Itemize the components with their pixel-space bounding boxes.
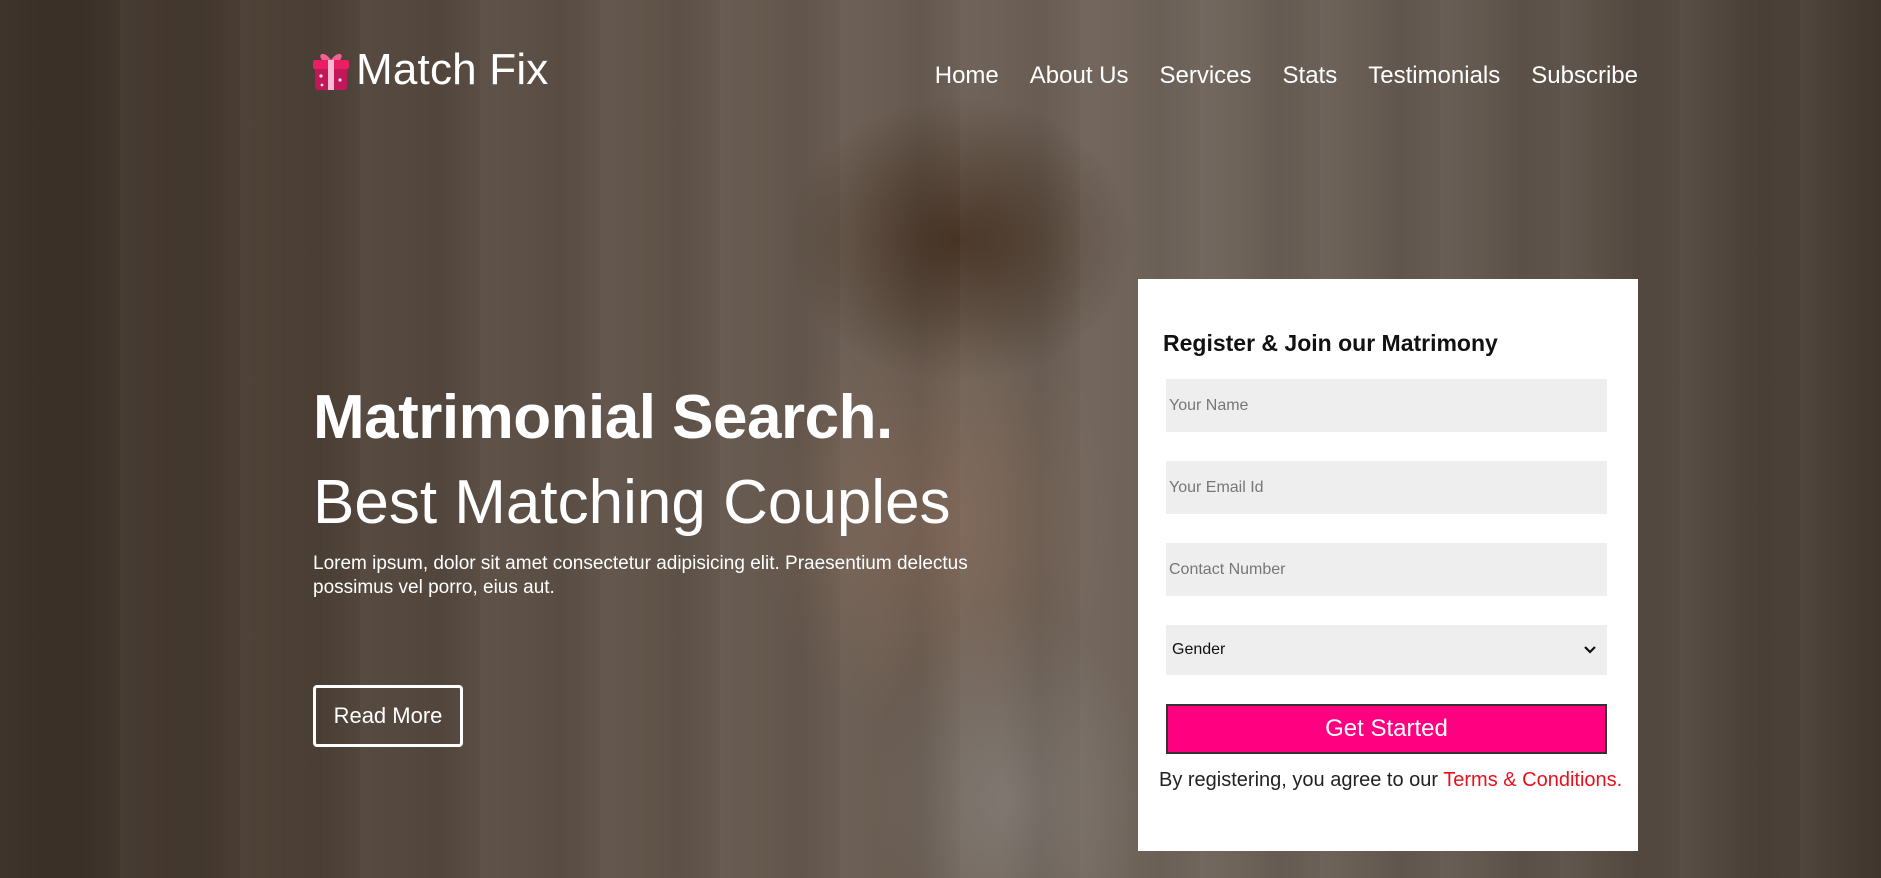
- nav-link-about-us[interactable]: About Us: [1030, 62, 1129, 90]
- get-started-button[interactable]: Get Started: [1166, 704, 1607, 754]
- hero-title: Matrimonial Search.: [313, 383, 893, 452]
- hero-section: Match Fix Home About Us Services Stats T…: [0, 0, 1881, 878]
- gender-select-value: Gender: [1172, 641, 1226, 658]
- gender-select[interactable]: Gender: [1166, 625, 1607, 675]
- email-field[interactable]: [1166, 461, 1607, 514]
- brand-name: Match Fix: [356, 45, 549, 94]
- nav-link-services[interactable]: Services: [1159, 62, 1251, 90]
- read-more-button[interactable]: Read More: [313, 685, 463, 747]
- contact-number-field[interactable]: [1166, 543, 1607, 596]
- register-form-card: Register & Join our Matrimony Gender Get…: [1138, 279, 1638, 851]
- name-field[interactable]: [1166, 379, 1607, 432]
- nav-link-stats[interactable]: Stats: [1283, 62, 1338, 90]
- terms-prefix: By registering, you agree to our: [1159, 769, 1439, 791]
- terms-notice: By registering, you agree to our Terms &…: [1159, 769, 1622, 792]
- brand-logo[interactable]: Match Fix: [312, 45, 549, 95]
- nav-link-testimonials[interactable]: Testimonials: [1368, 62, 1500, 90]
- terms-conditions-link[interactable]: Terms & Conditions.: [1443, 769, 1622, 791]
- hero-text: Matrimonial Search. Best Matching Couple…: [313, 382, 1033, 600]
- hero-subtitle: Best Matching Couples: [313, 468, 951, 537]
- navbar: Match Fix Home About Us Services Stats T…: [312, 40, 1638, 110]
- register-form-title: Register & Join our Matrimony: [1163, 330, 1498, 356]
- nav-link-home[interactable]: Home: [935, 62, 999, 90]
- chevron-down-icon: [1584, 646, 1596, 654]
- gift-icon: [313, 53, 349, 90]
- hero-description: Lorem ipsum, dolor sit amet consectetur …: [313, 553, 968, 598]
- main-nav: Home About Us Services Stats Testimonial…: [935, 62, 1638, 90]
- nav-link-subscribe[interactable]: Subscribe: [1531, 62, 1638, 90]
